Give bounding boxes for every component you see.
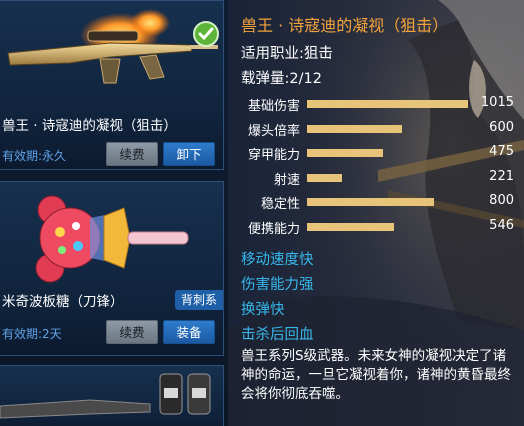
category-tag: 背刺系 — [174, 290, 223, 310]
unequip-button[interactable]: 卸下 — [163, 142, 215, 166]
stat-value: 221 — [489, 168, 514, 184]
stat-label: 基础伤害 — [247, 99, 300, 114]
stat-value: 1015 — [480, 95, 514, 110]
stat-label: 穿甲能力 — [247, 148, 300, 163]
stat-bar-fill — [307, 222, 394, 231]
weapon-detail-panel: 兽王 · 诗寇迪的凝视（狙击） 适用职业:狙击 载弹量:2/12 基础伤害 101… — [228, 0, 524, 426]
lollipop-blade-image — [35, 195, 189, 283]
stat-value: 475 — [489, 144, 514, 159]
sniper-rifle-image — [7, 9, 218, 84]
stat-value: 600 — [489, 119, 514, 135]
stat-bar-fill — [307, 124, 402, 133]
stat-bar — [307, 222, 468, 231]
stat-value: 546 — [489, 217, 514, 233]
stat-bar-fill — [307, 198, 434, 206]
feature-text: 击杀后回血 — [241, 327, 314, 343]
weapon-description: 兽王系列S级武器。未来女神的凝视决定了诸神的命运，一旦它凝视着你，诸神的黄昏最终… — [241, 348, 511, 402]
inventory-item-card[interactable] — [0, 365, 224, 426]
item-name: 米奇波板糖（刀锋） — [2, 294, 124, 310]
inventory-item-card[interactable]: 背刺系 米奇波板糖（刀锋） 有效期:2天 续费 装备 — [0, 181, 224, 356]
stat-bar — [307, 124, 468, 133]
item-validity: 有效期:永久 — [2, 149, 67, 163]
item-validity: 有效期:2天 — [2, 327, 62, 341]
item-name: 兽王 · 诗寇迪的凝视（狙击） — [2, 118, 177, 134]
renew-button[interactable]: 续费 — [106, 142, 158, 166]
stat-label: 爆头倍率 — [247, 123, 300, 139]
job-requirement: 适用职业:狙击 — [241, 46, 333, 62]
stat-bar — [307, 100, 468, 108]
feature-text: 换弹快 — [241, 302, 285, 318]
stat-label: 射速 — [273, 172, 300, 188]
weapon-title: 兽王 · 诗寇迪的凝视（狙击） — [241, 16, 449, 35]
stat-value: 800 — [489, 193, 514, 208]
feature-text: 移动速度快 — [241, 252, 314, 268]
renew-button[interactable]: 续费 — [106, 320, 158, 344]
inventory-item-card[interactable]: 兽王 · 诗寇迪的凝视（狙击） 有效期:永久 续费 卸下 — [0, 0, 224, 170]
stat-bar — [307, 149, 468, 157]
stat-label: 稳定性 — [260, 197, 300, 212]
weapon-image — [0, 373, 211, 419]
stat-label: 便携能力 — [247, 221, 300, 237]
stat-bar — [307, 198, 468, 206]
stat-bar-fill — [307, 100, 468, 108]
ammo-capacity: 载弹量:2/12 — [241, 71, 322, 87]
inventory-panel: 兽王 · 诗寇迪的凝视（狙击） 有效期:永久 续费 卸下 背刺系 米奇波板糖（刀… — [0, 0, 228, 426]
stat-bar-fill — [307, 173, 342, 182]
stat-bar-fill — [307, 149, 383, 157]
feature-text: 伤害能力强 — [241, 277, 314, 293]
equip-button[interactable]: 装备 — [163, 320, 215, 344]
stat-bar — [307, 173, 468, 182]
equipped-check-icon — [193, 21, 219, 47]
